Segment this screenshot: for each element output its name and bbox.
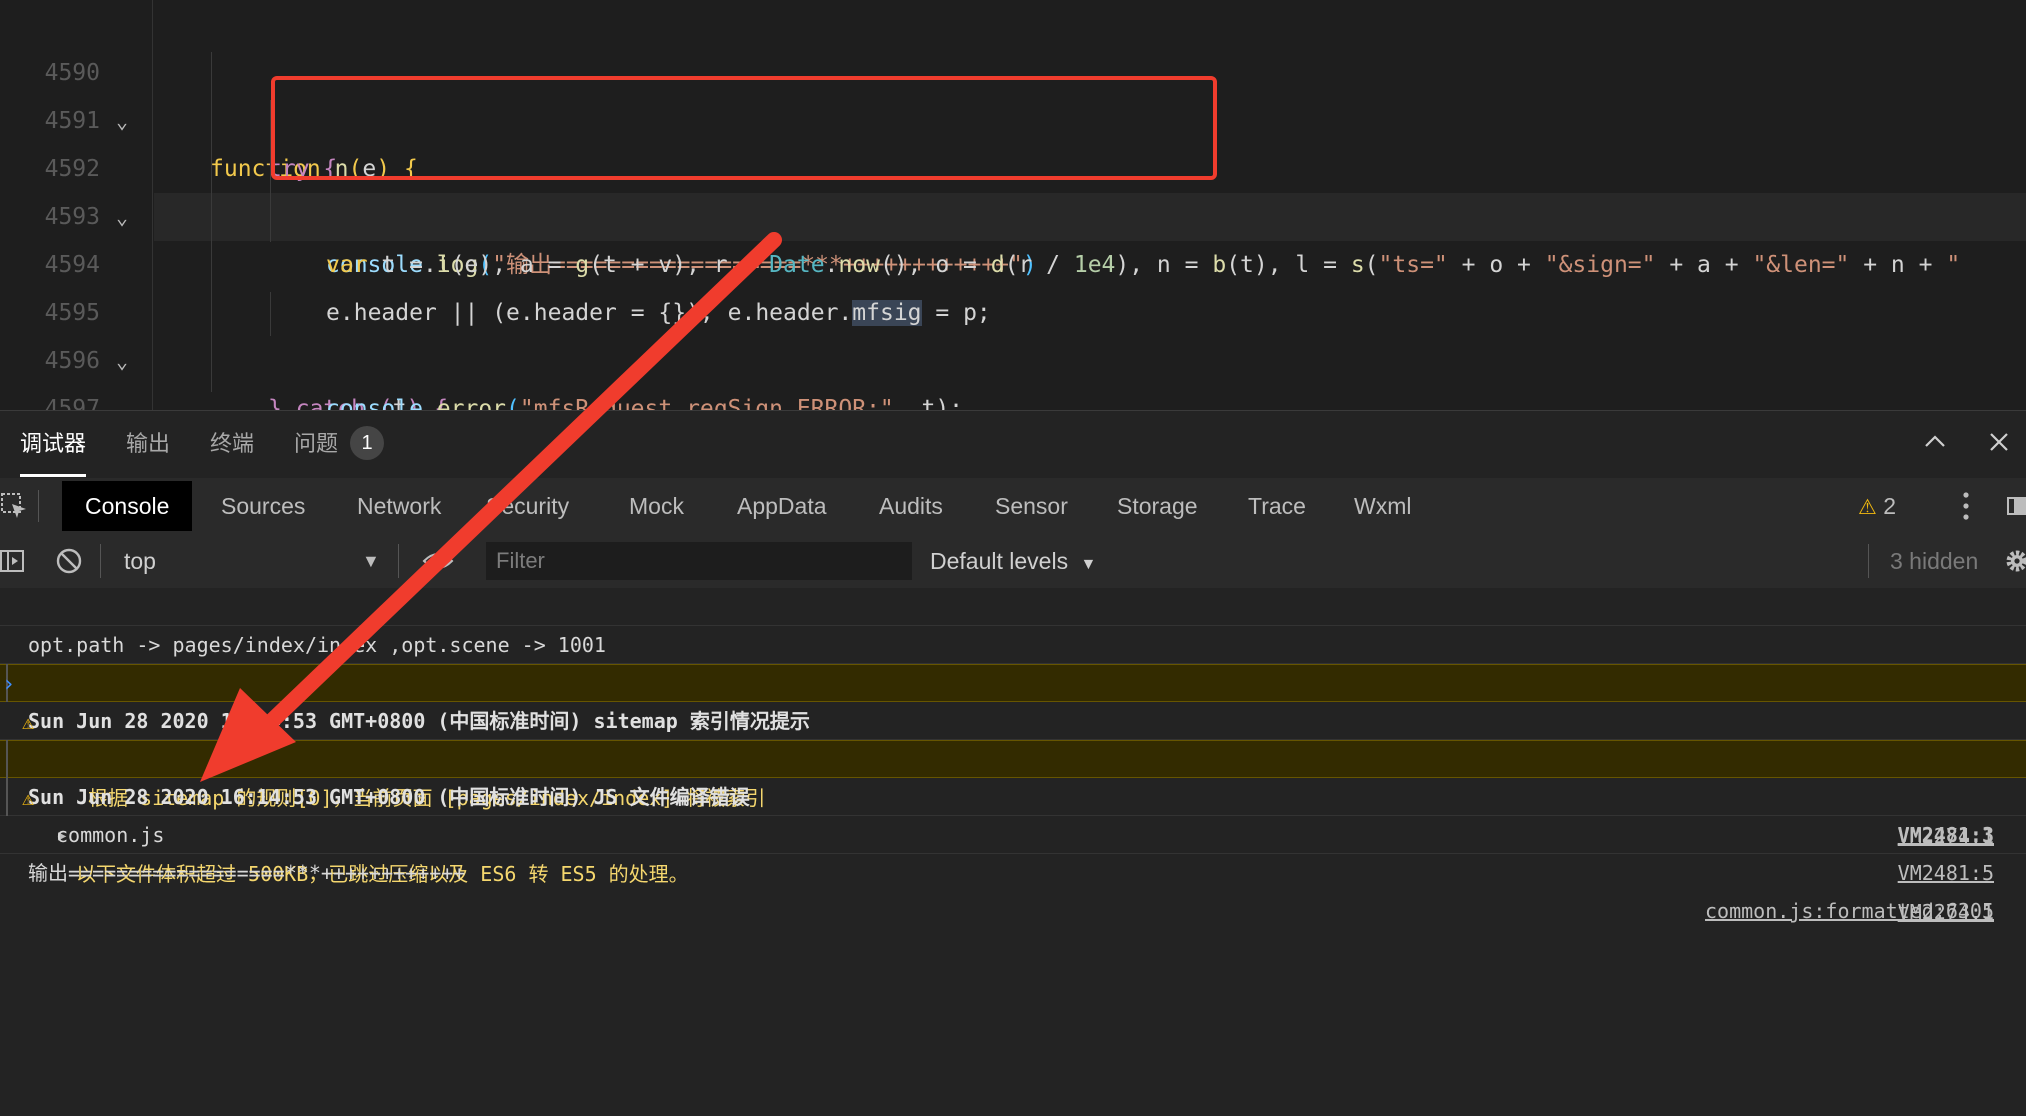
console-warning[interactable]: ⚠ ▶ 以下文件体积超过 500KB，已跳过压缩以及 ES6 转 ES5 的处理… xyxy=(0,740,2026,924)
inspect-element-icon[interactable] xyxy=(0,492,28,525)
devtools-tab-bar: Console Sources Network Security Mock Ap… xyxy=(0,478,2026,535)
console-prompt-icon[interactable]: › xyxy=(2,672,15,697)
more-options-icon[interactable] xyxy=(1960,490,1972,527)
code-line[interactable]: 4597 } xyxy=(0,337,2026,410)
code-line[interactable]: 4596 console.error("mfsRequest reqSign E… xyxy=(0,289,2026,410)
tab-appdata[interactable]: AppData xyxy=(737,480,827,532)
clear-console-icon[interactable] xyxy=(55,547,83,580)
chevron-up-icon[interactable] xyxy=(1922,429,1948,462)
line-number: 4593 xyxy=(44,204,100,230)
console-message[interactable]: 输出==================***++++++++++++ comm… xyxy=(0,816,2026,923)
log-levels-dropdown[interactable]: Default levels ▼ xyxy=(930,534,1096,588)
tab-trace[interactable]: Trace xyxy=(1248,480,1306,532)
sidebar-toggle-icon[interactable] xyxy=(0,548,26,579)
console-toolbar: top ▼ Default levels ▼ 3 hidden xyxy=(0,534,2026,589)
context-selector[interactable]: top xyxy=(124,534,156,588)
gear-icon[interactable] xyxy=(2004,548,2026,579)
chevron-down-icon: ▼ xyxy=(1080,556,1097,573)
group-indent-bar xyxy=(6,740,8,816)
divider xyxy=(38,490,39,522)
log-levels-label: Default levels xyxy=(930,548,1069,574)
code-line[interactable]: 4590 ⌄ function n(e) { xyxy=(0,1,2026,182)
tab-console[interactable]: Console xyxy=(62,481,193,531)
tab-security[interactable]: Security xyxy=(486,480,569,532)
annotation-highlight-box xyxy=(271,76,1217,180)
chevron-down-icon[interactable]: ▼ xyxy=(362,534,380,588)
tab-network[interactable]: Network xyxy=(357,480,441,532)
tab-wxml[interactable]: Wxml xyxy=(1354,480,1411,532)
chevron-down-icon[interactable]: ⌄ xyxy=(116,193,128,241)
console-group-header[interactable]: ▼ Sun Jun 28 2020 16:14:53 GMT+0800 (中国标… xyxy=(0,626,2026,771)
tab-problems[interactable]: 问题 1 xyxy=(294,411,385,477)
tab-sources[interactable]: Sources xyxy=(221,480,305,532)
tab-storage[interactable]: Storage xyxy=(1117,480,1198,532)
divider xyxy=(100,544,101,578)
eye-icon[interactable] xyxy=(422,546,454,581)
code-editor[interactable]: 4590 ⌄ function n(e) { 4591 try { 4592 ⌄… xyxy=(0,0,2026,410)
warnings-counter[interactable]: ⚠ 2 xyxy=(1858,480,1896,532)
code-line[interactable]: 4595 ⌄ } catch (t) { xyxy=(0,241,2026,410)
console-output[interactable]: opt.path -> pages/index/index ,opt.scene… xyxy=(0,588,2026,1116)
source-link[interactable]: VM2481:5 xyxy=(1898,854,1994,892)
dock-side-icon[interactable] xyxy=(2006,494,2026,523)
tab-mock[interactable]: Mock xyxy=(629,480,684,532)
panel-tab-bar: 调试器 输出 终端 问题 1 xyxy=(0,410,2026,479)
source-link[interactable]: common.js:formatted:6305 xyxy=(1705,892,1994,930)
tab-output[interactable]: 输出 xyxy=(126,411,170,477)
console-message[interactable]: common.js VM2481:5 xyxy=(0,778,2026,885)
divider xyxy=(1868,544,1869,578)
indent-guide xyxy=(211,52,212,392)
tab-problems-label: 问题 xyxy=(294,431,339,456)
code-line-current[interactable]: 4594 e.header || (e.header = {}), e.head… xyxy=(45,193,2026,326)
code-line[interactable]: 4598 return e; xyxy=(0,385,2026,410)
warning-count: 2 xyxy=(1883,493,1897,519)
console-group-header[interactable]: ▼ Sun Jun 28 2020 16:14:53 GMT+0800 (中国标… xyxy=(0,702,2026,847)
tab-sensor[interactable]: Sensor xyxy=(995,480,1068,532)
indent-guide xyxy=(270,292,271,336)
tab-audits[interactable]: Audits xyxy=(879,480,943,532)
filter-input[interactable] xyxy=(486,542,912,580)
hidden-count: 3 hidden xyxy=(1890,548,1979,574)
console-warning[interactable]: ⚠ ▶ 根据 sitemap 的规则[0]，当前页面 [pages/index/… xyxy=(0,664,2026,848)
close-icon[interactable] xyxy=(1986,429,2012,462)
problems-count-badge: 1 xyxy=(350,426,385,461)
warning-icon: ⚠ xyxy=(1858,496,1877,519)
console-message[interactable]: opt.path -> pages/index/index ,opt.scene… xyxy=(0,588,2026,695)
divider xyxy=(398,544,399,578)
tab-debugger[interactable]: 调试器 xyxy=(20,411,87,477)
tab-terminal[interactable]: 终端 xyxy=(210,411,254,477)
